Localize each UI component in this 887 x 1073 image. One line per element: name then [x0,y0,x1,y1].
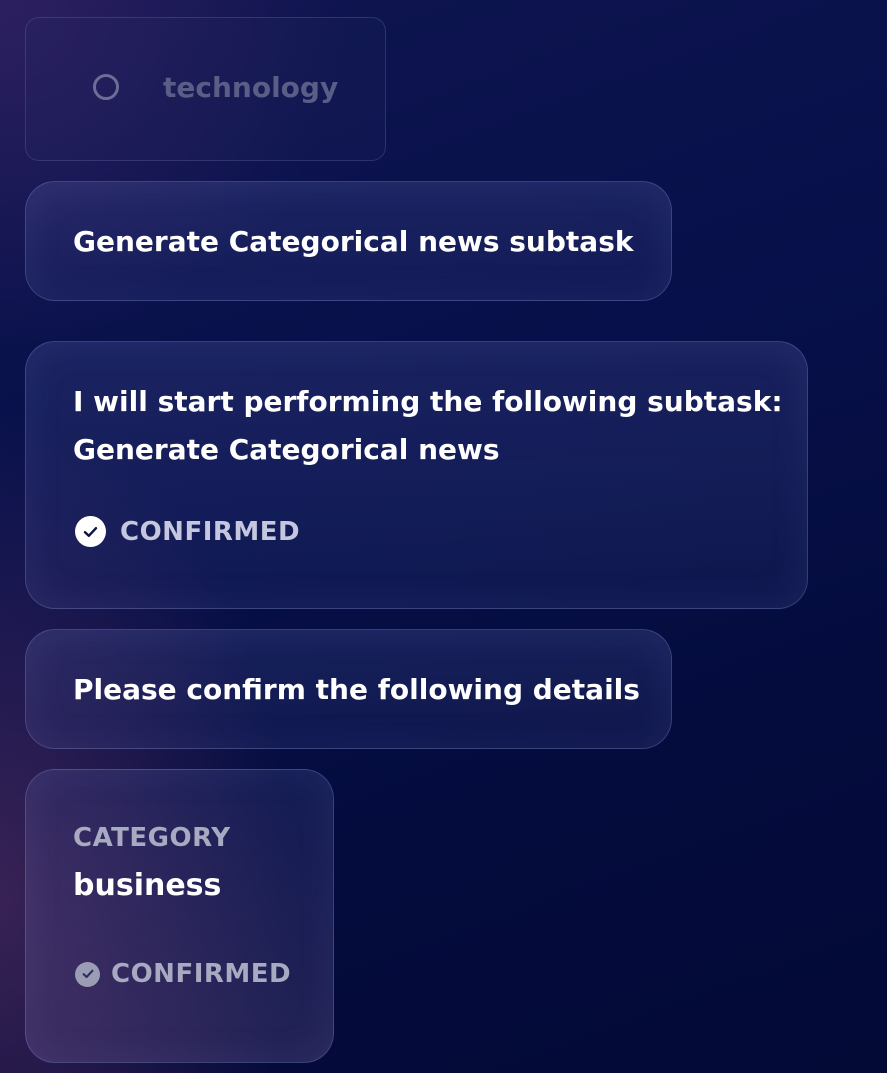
message-text: Generate Categorical news subtask [73,225,634,258]
details-card [25,769,334,1063]
check-circle-icon [75,516,106,547]
option-label: technology [163,71,339,104]
status-label: CONFIRMED [120,516,301,547]
check-circle-icon [75,961,100,987]
message-text: I will start performing the following su… [73,378,783,474]
field-value-category: business [73,868,222,903]
radio-unselected-icon[interactable] [93,74,119,100]
status-label: CONFIRMED [111,959,292,989]
confirmation-status: CONFIRMED [75,516,300,547]
confirmation-status: CONFIRMED [75,959,291,989]
message-line: I will start performing the following su… [73,385,783,418]
message-text: Please confirm the following details [73,673,640,706]
field-label-category: CATEGORY [73,823,231,853]
message-line: Generate Categorical news [73,433,500,466]
